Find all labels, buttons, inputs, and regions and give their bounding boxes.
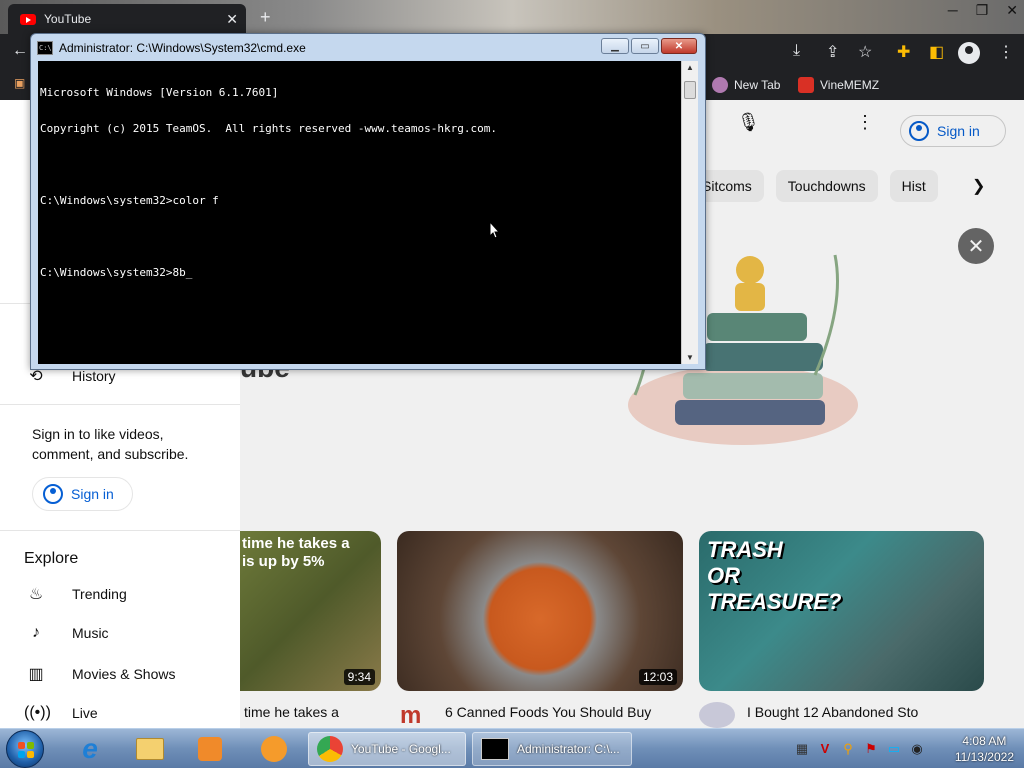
system-clock[interactable]: 4:08 AM 11/13/2022	[955, 733, 1014, 765]
browser-window-controls: ─ ❐ ✕	[948, 2, 1018, 19]
volume-icon[interactable]: ◉	[909, 741, 925, 757]
tab-title: YouTube	[44, 12, 92, 26]
bookmark-folder-icon[interactable]: ▣	[14, 76, 25, 90]
tab-youtube[interactable]: YouTube ✕	[8, 4, 246, 34]
music-note-icon: ♪	[32, 624, 40, 641]
minimize-icon[interactable]: ─	[948, 2, 958, 19]
console-line: C:\Windows\system32>color f	[40, 194, 219, 207]
channel-avatar-icon[interactable]: m	[400, 702, 421, 730]
sidebar-item-movies-shows[interactable]: ▥ Movies & Shows	[24, 664, 175, 684]
menu-kebab-icon[interactable]: ⋮	[998, 42, 1014, 62]
video-title[interactable]: I Bought 12 Abandoned Sto	[747, 704, 922, 720]
account-icon	[43, 484, 63, 504]
sidebar-item-trending[interactable]: ♨ Trending	[24, 584, 127, 604]
uc-browser-icon[interactable]	[250, 732, 298, 766]
chrome-icon	[317, 736, 343, 762]
cmd-scrollbar[interactable]: ▲ ▼	[681, 61, 698, 364]
share-icon[interactable]: ⇪	[826, 42, 839, 62]
media-player-icon[interactable]	[186, 732, 234, 766]
start-button[interactable]	[6, 730, 44, 768]
download-icon[interactable]: ⤓	[793, 42, 800, 60]
search-tray-icon[interactable]: ⚲	[840, 741, 856, 757]
side-panel-icon[interactable]: ◧	[929, 42, 944, 62]
scroll-up-icon[interactable]: ▲	[686, 63, 694, 72]
sidebar-sign-in-button[interactable]: Sign in	[32, 477, 133, 511]
scroll-down-icon[interactable]: ▼	[686, 353, 694, 362]
browser-tabstrip: YouTube ✕ + ─ ❐ ✕	[0, 0, 1024, 34]
close-icon[interactable]: ✕	[1006, 2, 1018, 19]
console-input-line[interactable]: C:\Windows\system32>8b	[40, 267, 679, 279]
antivirus-icon[interactable]: V	[817, 741, 833, 757]
cmd-window-controls: ▁ ▭ ✕	[601, 38, 697, 54]
sidebar-explore-heading: Explore	[24, 550, 79, 567]
video-thumbnail[interactable]: TRASH OR TREASURE?	[699, 531, 984, 691]
sidebar-divider	[0, 404, 240, 405]
tab-close-icon[interactable]: ✕	[226, 11, 238, 28]
network-icon[interactable]: ▦	[794, 741, 810, 757]
video-duration: 12:03	[638, 669, 677, 685]
cmd-icon: C:\	[37, 41, 53, 55]
clock-date: 11/13/2022	[954, 750, 1014, 764]
display-icon[interactable]: ▭	[886, 741, 902, 757]
clock-time: 4:08 AM	[962, 734, 1007, 748]
back-arrow-icon[interactable]: ←	[12, 42, 28, 60]
sidebar-divider	[0, 530, 240, 531]
cmd-icon	[481, 738, 509, 760]
thumbnail-caption: time he takes a is up by 5%	[242, 535, 350, 570]
cmd-maximize-button[interactable]: ▭	[631, 38, 659, 54]
film-icon: ▥	[28, 666, 44, 683]
video-title[interactable]: 6 Canned Foods You Should Buy	[445, 704, 685, 720]
profile-avatar-icon[interactable]	[958, 42, 980, 64]
cmd-window[interactable]: C:\ Administrator: C:\Windows\System32\c…	[30, 33, 706, 370]
restore-icon[interactable]: ❐	[976, 2, 989, 19]
cmd-console[interactable]: Microsoft Windows [Version 6.1.7601] Cop…	[38, 61, 681, 364]
video-thumbnail[interactable]: time he takes a is up by 5% 9:34	[240, 531, 381, 691]
bookmark-new-tab[interactable]: New Tab	[712, 77, 780, 93]
file-explorer-icon[interactable]	[126, 732, 174, 766]
taskbar-chrome-youtube[interactable]: YouTube - Googl...	[308, 732, 466, 766]
thumbnail-caption: TRASH OR TREASURE?	[707, 537, 842, 614]
video-title[interactable]: time he takes a	[244, 704, 384, 720]
system-tray: ▦ V ⚲ ⚑ ▭ ◉	[794, 741, 925, 757]
bookmark-star-icon[interactable]: ☆	[858, 42, 872, 62]
bookmark-vinememz[interactable]: VineMEMZ	[798, 77, 879, 93]
cmd-window-title: Administrator: C:\Windows\System32\cmd.e…	[59, 41, 306, 55]
cmd-titlebar[interactable]: C:\ Administrator: C:\Windows\System32\c…	[37, 38, 697, 58]
scroll-thumb[interactable]	[684, 81, 696, 99]
new-tab-favicon-icon	[712, 77, 728, 93]
video-duration: 9:34	[343, 669, 375, 685]
sidebar-signin-prompt: Sign in to like videos, comment, and sub…	[32, 426, 189, 462]
new-tab-button[interactable]: +	[260, 7, 271, 28]
console-line: Copyright (c) 2015 TeamOS. All rights re…	[40, 122, 497, 135]
vinememz-favicon-icon	[798, 77, 814, 93]
windows-logo-icon	[18, 742, 34, 758]
cmd-close-button[interactable]: ✕	[661, 38, 697, 54]
internet-explorer-icon[interactable]: e	[66, 732, 114, 766]
live-icon: ((•))	[24, 704, 51, 721]
youtube-favicon-icon	[20, 13, 36, 25]
cmd-minimize-button[interactable]: ▁	[601, 38, 629, 54]
windows-taskbar: e YouTube - Googl... Administrator: C:\.…	[0, 728, 1024, 768]
flag-tray-icon[interactable]: ⚑	[863, 741, 879, 757]
channel-avatar-icon[interactable]	[699, 702, 735, 728]
sidebar-item-music[interactable]: ♪ Music	[24, 624, 109, 642]
flame-icon: ♨	[28, 586, 44, 603]
sidebar-item-live[interactable]: ((•)) Live	[24, 704, 98, 722]
console-line: Microsoft Windows [Version 6.1.7601]	[40, 86, 279, 99]
taskbar-cmd[interactable]: Administrator: C:\...	[472, 732, 632, 766]
video-thumbnail[interactable]: 12:03	[397, 531, 683, 691]
extensions-icon[interactable]: ✚	[897, 42, 910, 62]
